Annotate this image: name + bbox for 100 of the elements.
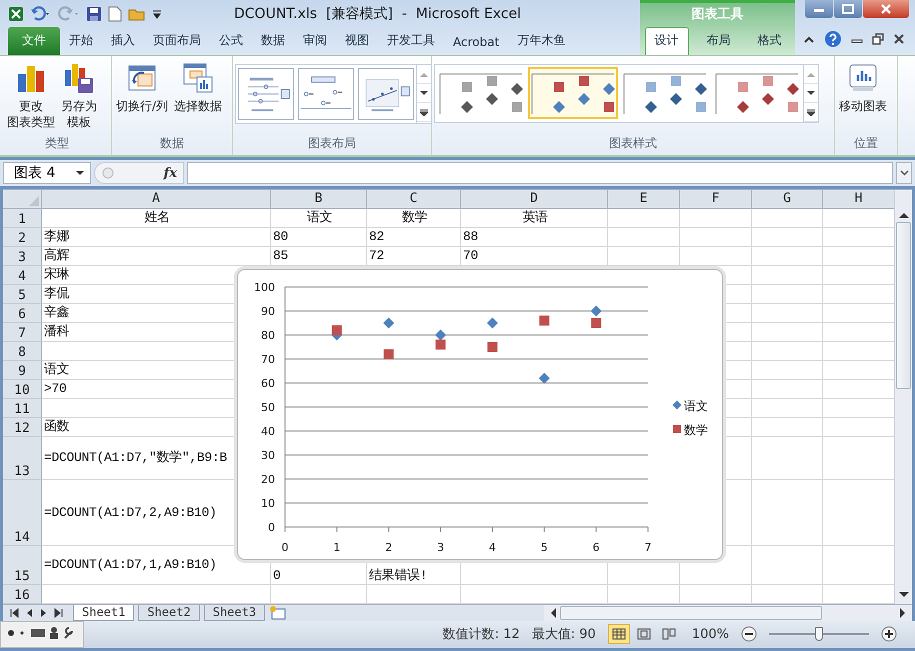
- column-header[interactable]: G: [752, 190, 823, 209]
- column-header[interactable]: C: [367, 190, 461, 209]
- new-document-icon[interactable]: [108, 6, 122, 22]
- ribbon-button[interactable]: 选择数据: [172, 60, 224, 116]
- right-arrow-icon[interactable]: [900, 608, 906, 618]
- row-header[interactable]: 9: [3, 360, 42, 380]
- table-cell: [752, 380, 823, 399]
- column-header[interactable]: E: [608, 190, 680, 209]
- undo-icon[interactable]: [30, 6, 52, 22]
- row-header[interactable]: 15: [3, 546, 42, 585]
- horizontal-scrollbar[interactable]: [544, 604, 912, 621]
- name-box[interactable]: 图表 4: [3, 162, 91, 184]
- normal-view-button[interactable]: [608, 624, 630, 644]
- close-icon[interactable]: [893, 33, 905, 45]
- scatter-chart[interactable]: 0 10 20 30 40 50 60 70 80 90 100 0 1 2 3 4 5 6 7 语文 数学: [237, 268, 723, 560]
- zoom-slider-thumb[interactable]: [815, 627, 823, 642]
- ribbon-button[interactable]: 移动图表: [837, 60, 889, 116]
- ribbon-tab[interactable]: 万年木鱼: [508, 28, 574, 55]
- close-button[interactable]: [863, 0, 909, 18]
- maximize-button[interactable]: [834, 0, 862, 18]
- move-chart-icon[interactable]: [847, 62, 879, 94]
- row-header[interactable]: 16: [3, 584, 42, 604]
- data-point: [383, 317, 394, 328]
- normal-view-icon[interactable]: [612, 628, 626, 640]
- save-icon[interactable]: [86, 6, 102, 22]
- column-header[interactable]: D: [461, 190, 608, 209]
- row-header[interactable]: 8: [3, 342, 42, 361]
- down-arrow-icon[interactable]: [807, 90, 815, 96]
- zoom-in-icon[interactable]: [881, 626, 897, 642]
- sheet-tab[interactable]: Sheet1: [73, 604, 134, 621]
- row-header[interactable]: 5: [3, 284, 42, 304]
- table-cell: [752, 246, 823, 266]
- data-point: [486, 317, 498, 328]
- expand-formula-bar-button[interactable]: [896, 162, 912, 184]
- column-header[interactable]: B: [271, 190, 367, 209]
- dropdown-arrow-icon[interactable]: [76, 170, 84, 176]
- sheet-tab[interactable]: Sheet2: [138, 604, 200, 621]
- formula-input[interactable]: [187, 162, 893, 184]
- ribbon-button[interactable]: 切换行/列: [114, 60, 170, 116]
- ribbon-tab[interactable]: 审阅: [294, 28, 336, 55]
- row-header[interactable]: 13: [3, 436, 42, 480]
- ribbon-button[interactable]: 更改 图表类型: [5, 60, 57, 132]
- more-icon[interactable]: [420, 108, 428, 116]
- file-tab[interactable]: 文件: [8, 27, 60, 55]
- scrollbar-thumb[interactable]: [560, 606, 822, 620]
- row-header[interactable]: 2: [3, 228, 42, 247]
- table-chart-icon[interactable]: [182, 62, 214, 94]
- down-arrow-icon[interactable]: [420, 90, 428, 96]
- ribbon-tab[interactable]: 格式: [748, 28, 790, 55]
- left-arrow-icon[interactable]: [550, 608, 556, 618]
- zoom-out-icon[interactable]: [741, 626, 757, 642]
- splitter-handle-icon[interactable]: [101, 166, 115, 180]
- minimize-button[interactable]: [805, 0, 833, 18]
- up-arrow-icon[interactable]: [898, 212, 908, 218]
- ribbon-tab[interactable]: 设计: [644, 27, 688, 55]
- ribbon-tab[interactable]: 布局: [698, 28, 740, 55]
- status-max: 最大值: 90: [532, 626, 596, 644]
- row-header[interactable]: 11: [3, 398, 42, 418]
- page-layout-view-icon[interactable]: [636, 628, 651, 640]
- row-header[interactable]: 10: [3, 380, 42, 399]
- ribbon-tab[interactable]: 开始: [60, 28, 102, 55]
- zoom-level[interactable]: 100%: [692, 626, 729, 642]
- row-header[interactable]: 14: [3, 480, 42, 546]
- ribbon-tab[interactable]: Acrobat: [444, 31, 508, 55]
- row-header[interactable]: 7: [3, 322, 42, 342]
- maximize-icon[interactable]: [841, 4, 855, 14]
- excel-logo-icon[interactable]: [8, 6, 24, 22]
- column-header[interactable]: A: [42, 190, 271, 209]
- insert-function-button[interactable]: fx: [164, 166, 177, 180]
- last-sheet-icon[interactable]: [54, 608, 64, 618]
- first-sheet-icon[interactable]: [9, 608, 19, 618]
- ribbon-tab[interactable]: 页面布局: [144, 28, 210, 55]
- page-break-view-icon[interactable]: [662, 628, 676, 640]
- insert-sheet-icon[interactable]: [269, 606, 288, 620]
- input-method-toolbar[interactable]: [0, 621, 84, 648]
- ribbon-tab[interactable]: 视图: [336, 28, 378, 55]
- sheet-tab[interactable]: Sheet3: [204, 604, 266, 621]
- chart-save-icon[interactable]: [63, 62, 95, 94]
- ribbon-tab[interactable]: 开发工具: [378, 28, 444, 55]
- column-header[interactable]: F: [680, 190, 752, 209]
- ribbon-button[interactable]: 另存为 模板: [59, 60, 99, 132]
- help-icon[interactable]: [824, 30, 842, 48]
- down-arrow-icon[interactable]: [898, 592, 908, 598]
- chevron-down-icon[interactable]: [900, 170, 908, 176]
- vertical-scrollbar[interactable]: [894, 190, 912, 604]
- row-header[interactable]: 6: [3, 304, 42, 323]
- row-header[interactable]: 1: [3, 208, 42, 228]
- scrollbar-thumb[interactable]: [896, 222, 911, 389]
- collapse-ribbon-icon[interactable]: [803, 34, 815, 44]
- row-header[interactable]: 12: [3, 418, 42, 437]
- restore-icon[interactable]: [872, 33, 884, 45]
- more-icon[interactable]: [807, 108, 815, 116]
- row-header[interactable]: 4: [3, 266, 42, 285]
- x-tick-label: 7: [644, 540, 652, 554]
- ribbon-tab[interactable]: 插入: [102, 28, 144, 55]
- table-cell: [752, 546, 823, 585]
- column-header[interactable]: H: [823, 190, 894, 209]
- ribbon-tab[interactable]: 数据: [252, 28, 294, 55]
- ribbon-tab[interactable]: 公式: [210, 28, 252, 55]
- row-header[interactable]: 3: [3, 246, 42, 266]
